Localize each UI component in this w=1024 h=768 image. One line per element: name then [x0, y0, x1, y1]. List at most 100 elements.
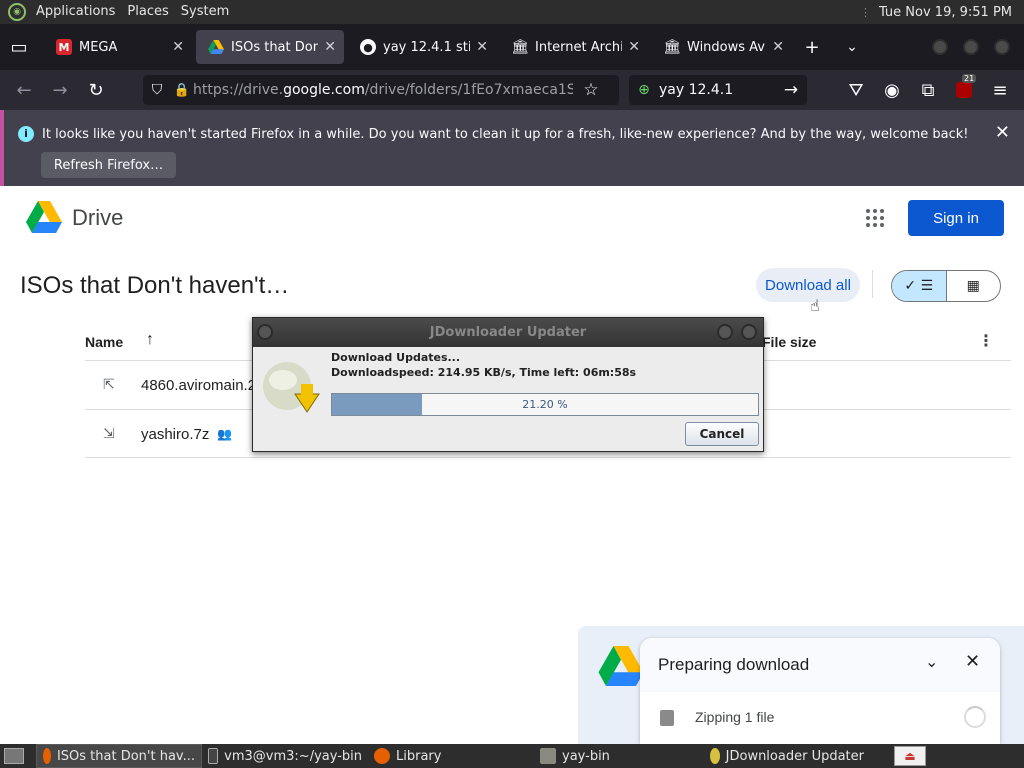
google-apps-grid-icon[interactable] [866, 209, 884, 227]
grid-view-button[interactable]: ▦ [947, 271, 1001, 301]
name-column-header[interactable]: Name [85, 334, 123, 350]
search-bar[interactable]: ⊕ yay 12.4.1 → [629, 75, 807, 105]
shared-people-icon: 👥 [217, 427, 233, 441]
notification-bar: i It looks like you haven't started Fire… [0, 110, 1024, 186]
sign-in-button[interactable]: Sign in [908, 200, 1004, 236]
archive-icon: 🏛 [511, 39, 529, 55]
firefox-view-icon[interactable]: ▭ [0, 37, 38, 58]
loading-spinner-icon [964, 706, 986, 728]
info-icon: i [18, 126, 34, 142]
pocket-icon[interactable]: ⛛ [838, 74, 874, 106]
taskbar-item-label: JDownloader Updater [725, 748, 864, 764]
search-input[interactable]: yay 12.4.1 [659, 82, 775, 98]
window-menu-button[interactable] [257, 324, 273, 340]
extensions-icon[interactable]: ⧉ [910, 74, 946, 106]
back-arrow-icon[interactable]: ← [6, 74, 42, 106]
panel-grip-icon: ⋮ [859, 5, 871, 19]
file-size-column-header[interactable]: File size [762, 334, 816, 350]
ublock-icon[interactable]: 21 [946, 74, 982, 106]
taskbar-item-folder[interactable]: yay-bin [534, 744, 704, 768]
cancel-button[interactable]: Cancel [685, 422, 759, 446]
taskbar: ISOs that Don't hav... vm3@vm3:~/yay-bin… [0, 744, 1024, 768]
refresh-firefox-button[interactable]: Refresh Firefox… [41, 152, 176, 178]
close-window-button[interactable] [994, 39, 1010, 55]
zip-file-icon [660, 710, 674, 726]
minimize-window-button[interactable] [932, 39, 948, 55]
account-icon[interactable]: ◉ [874, 74, 910, 106]
google-drive-logo-icon[interactable] [26, 201, 62, 233]
google-drive-logo-icon [598, 646, 644, 686]
maximize-window-button[interactable] [963, 39, 979, 55]
file-name[interactable]: 4860.aviromain.2 [141, 377, 256, 394]
taskbar-item-label: vm3@vm3:~/yay-bin [224, 748, 362, 764]
close-button[interactable] [741, 324, 757, 340]
tab-strip: ▭ M MEGA ✕ ISOs that Don't haven't ✕ ● y… [0, 24, 1024, 70]
lock-icon[interactable]: 🔒 [171, 83, 193, 98]
minimize-button[interactable] [717, 324, 733, 340]
panel-clock[interactable]: Tue Nov 19, 9:51 PM [879, 5, 1024, 20]
toast-close-icon[interactable]: ✕ [965, 651, 980, 672]
ublock-badge: 21 [962, 74, 977, 83]
row-divider [85, 457, 1011, 458]
more-options-icon[interactable]: ⋮ [978, 331, 994, 350]
notification-message: It looks like you haven't started Firefo… [42, 127, 969, 142]
jdownloader-logo-icon [263, 362, 320, 413]
file-name[interactable]: yashiro.7z [141, 426, 209, 443]
toolbar-divider [872, 270, 873, 298]
list-view-button[interactable]: ✓ ☰ [892, 271, 947, 301]
tab-close-icon[interactable]: ✕ [476, 39, 488, 55]
sort-up-arrow-icon[interactable]: ↑ [146, 331, 154, 349]
tab-label: ISOs that Don't haven't [231, 39, 319, 55]
update-status: Download Updates... [331, 351, 461, 364]
nav-bar: ← → ↻ ⛉ 🔒 https://drive.google.com/drive… [0, 70, 1024, 110]
folder-title: ISOs that Don't haven't… [20, 272, 290, 299]
tab-internet-archive[interactable]: 🏛 Internet Archive ✕ [500, 30, 648, 64]
tab-mega[interactable]: M MEGA ✕ [44, 30, 192, 64]
list-all-tabs-chevron-icon[interactable]: ⌄ [832, 39, 872, 55]
taskbar-item-terminal[interactable]: vm3@vm3:~/yay-bin [202, 744, 368, 768]
new-tab-plus-icon[interactable]: + [792, 37, 832, 58]
forward-arrow-icon[interactable]: → [42, 74, 78, 106]
menu-applications[interactable]: Applications [30, 0, 121, 24]
jdownloader-updater-dialog: JDownloader Updater Download Updates... … [252, 317, 764, 452]
shield-icon[interactable]: ⛉ [143, 82, 171, 98]
tab-close-icon[interactable]: ✕ [628, 39, 640, 55]
tab-label: MEGA [79, 39, 118, 55]
collapse-chevron-icon[interactable]: ⌄ [925, 652, 938, 671]
show-desktop-icon[interactable] [0, 744, 28, 768]
jdownloader-icon [710, 748, 720, 764]
notification-close-icon[interactable]: ✕ [995, 122, 1010, 143]
taskbar-item-label: ISOs that Don't hav... [56, 748, 195, 764]
distro-logo-icon[interactable]: ◉ [8, 3, 26, 21]
search-engine-icon: ⊕ [638, 82, 650, 98]
drive-page: Drive Sign in ISOs that Don't haven't… D… [0, 186, 1024, 744]
list-icon: ☰ [920, 278, 934, 294]
top-panel: ◉ Applications Places System ⋮ Tue Nov 1… [0, 0, 1024, 24]
file-icon: ⇱ [103, 377, 115, 393]
bookmark-star-icon[interactable]: ☆ [573, 80, 609, 100]
reload-icon[interactable]: ↻ [78, 74, 114, 106]
drive-brand-text[interactable]: Drive [72, 205, 123, 231]
tab-close-icon[interactable]: ✕ [324, 39, 336, 55]
tab-github[interactable]: ● yay 12.4.1 still fails ✕ [348, 30, 496, 64]
tray-eject-icon[interactable]: ⏏ [894, 746, 926, 766]
menu-places[interactable]: Places [121, 0, 174, 24]
url-bar[interactable]: ⛉ 🔒 https://drive.google.com/drive/folde… [143, 75, 619, 105]
tab-label: yay 12.4.1 still fails [383, 39, 471, 55]
terminal-icon [208, 748, 219, 764]
dialog-titlebar[interactable]: JDownloader Updater [253, 318, 763, 347]
taskbar-item-firefox[interactable]: ISOs that Don't hav... [36, 744, 202, 768]
go-arrow-icon[interactable]: → [775, 80, 807, 100]
tab-windows-aviro[interactable]: 🏛 Windows Aviromain ✕ [652, 30, 792, 64]
archive-icon: 🏛 [663, 39, 681, 55]
dialog-title: JDownloader Updater [429, 325, 587, 340]
tab-google-drive[interactable]: ISOs that Don't haven't ✕ [196, 30, 344, 64]
hamburger-menu-icon[interactable]: ≡ [982, 74, 1018, 106]
taskbar-item-library[interactable]: Library [368, 744, 534, 768]
tab-close-icon[interactable]: ✕ [772, 39, 784, 55]
download-all-button[interactable]: Download all [756, 268, 860, 302]
url-text[interactable]: https://drive.google.com/drive/folders/1… [193, 82, 573, 98]
taskbar-item-jdownloader[interactable]: JDownloader Updater [704, 744, 870, 768]
tab-close-icon[interactable]: ✕ [172, 39, 184, 55]
menu-system[interactable]: System [175, 0, 235, 24]
